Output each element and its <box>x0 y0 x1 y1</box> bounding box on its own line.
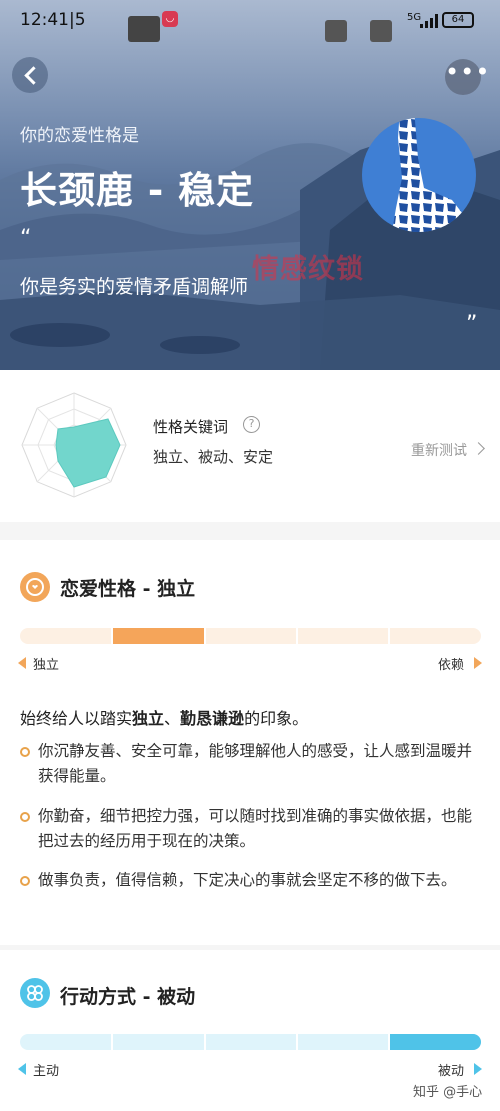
personality-summary: 始终给人以踏实独立、勤恳谦逊的印象。 <box>20 709 309 728</box>
signal-icon <box>420 14 438 28</box>
scale-fill <box>389 1034 481 1050</box>
love-personality-section: 恋爱性格 - 独立 独立 依赖 始终给人以踏实独立、勤恳谦逊的印象。 你沉静友善… <box>0 540 500 945</box>
help-icon[interactable]: ? <box>243 416 260 433</box>
quote-close-icon: ” <box>466 312 478 337</box>
independence-scale-bar <box>20 628 481 644</box>
scale-divider <box>388 1034 390 1050</box>
triangle-left-icon <box>18 1063 26 1075</box>
quote-open-icon: “ <box>20 226 32 251</box>
retest-button[interactable]: 重新测试 <box>411 440 467 460</box>
trait-point: 你勤奋，细节把控力强，可以随时找到准确的事实做依据，也能把过去的经历用于现在的决… <box>38 807 473 850</box>
scale-left-label: 独立 <box>33 658 60 673</box>
scale-fill <box>112 628 204 644</box>
activeness-scale-bar <box>20 1034 481 1050</box>
scale-divider <box>111 1034 113 1050</box>
triangle-right-icon <box>474 657 482 669</box>
bullet-icon <box>20 876 30 886</box>
trait-point: 你沉静友善、安全可靠，能够理解他人的感受，让人感到温暖并获得能量。 <box>38 742 473 785</box>
clover-icon <box>20 978 50 1008</box>
chevron-right-icon[interactable] <box>472 442 485 455</box>
triangle-right-icon <box>474 1063 482 1075</box>
back-button[interactable] <box>12 57 48 93</box>
masked-area <box>325 20 347 42</box>
heart-head-icon <box>20 572 50 602</box>
watermark-text: 情感纹锁 <box>252 254 364 285</box>
scale-right-label: 被动 <box>438 1064 465 1079</box>
masked-area <box>128 16 160 42</box>
hero-description: 你是务实的爱情矛盾调解师 <box>20 276 249 298</box>
scale-divider <box>204 628 206 644</box>
giraffe-avatar-icon <box>362 118 476 232</box>
bullet-icon <box>20 812 30 822</box>
status-bar: 12:41|5 ◡ 5G 64 <box>0 0 500 42</box>
battery-icon: 64 <box>442 12 474 28</box>
action-section-title: 行动方式 - 被动 <box>60 986 196 1008</box>
scale-left-label: 主动 <box>33 1064 60 1079</box>
scale-divider <box>296 1034 298 1050</box>
triangle-left-icon <box>18 657 26 669</box>
more-options-button[interactable]: ••• <box>445 59 489 95</box>
keywords-list: 独立、被动、安定 <box>153 448 274 466</box>
trait-point: 做事负责，值得信赖，下定决心的事就会坚定不移的做下去。 <box>38 871 457 889</box>
source-watermark: 知乎 @手心 <box>413 1085 483 1100</box>
love-section-title: 恋爱性格 - 独立 <box>60 578 196 600</box>
network-type: 5G <box>407 12 422 23</box>
scale-right-label: 依赖 <box>438 658 465 673</box>
page-title: 长颈鹿 - 稳定 <box>20 169 255 212</box>
scale-divider <box>111 628 113 644</box>
scale-divider <box>388 628 390 644</box>
app-notification-icon: ◡ <box>162 11 178 27</box>
hero-banner: 12:41|5 ◡ 5G 64 ••• 你的恋爱性格是 长颈鹿 - 稳定 “ 你… <box>0 0 500 370</box>
hero-subtitle: 你的恋爱性格是 <box>20 126 139 146</box>
scale-divider <box>296 628 298 644</box>
masked-area <box>370 20 392 42</box>
keywords-card: 性格关键词 ? 独立、被动、安定 重新测试 <box>0 370 500 522</box>
radar-chart <box>21 392 127 498</box>
bullet-icon <box>20 747 30 757</box>
keywords-title: 性格关键词 <box>153 418 229 436</box>
status-time: 12:41|5 <box>20 10 86 30</box>
scale-divider <box>204 1034 206 1050</box>
